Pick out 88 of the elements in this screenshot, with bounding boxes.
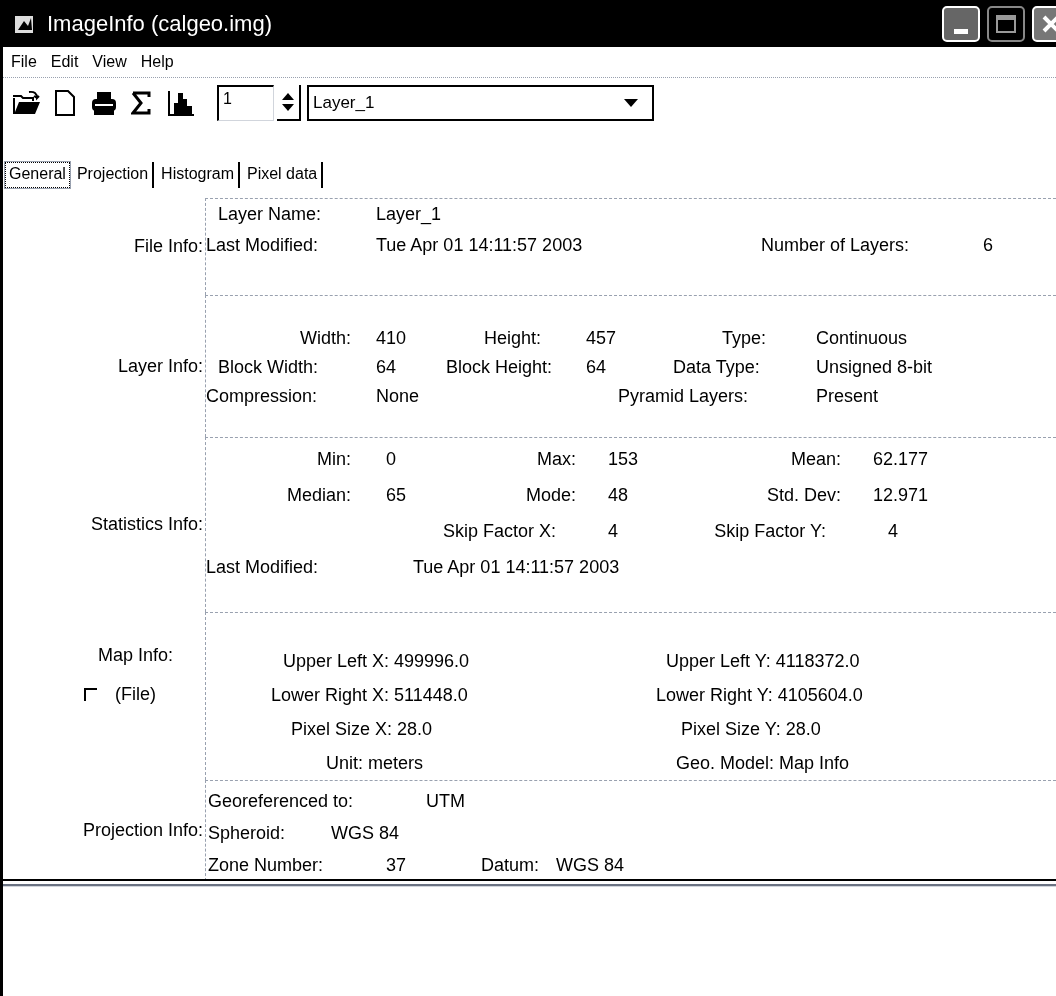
info-text: Unit: meters [326, 751, 425, 775]
info-text: Lower Right Y: 4105604.0 [656, 683, 864, 707]
tab[interactable]: Histogram [157, 162, 240, 188]
info-text: Lower Right X: 511448.0 [271, 683, 469, 707]
new-document-icon[interactable] [55, 90, 75, 116]
field-value: 4 [888, 519, 899, 543]
field-value: 0 [386, 447, 397, 471]
maximize-icon [996, 14, 1016, 33]
up-arrow-icon [282, 93, 294, 100]
field-label: Layer Name: [218, 203, 323, 226]
field-value: 457 [586, 327, 618, 350]
info-text: Upper Left Y: 4118372.0 [666, 649, 861, 673]
field-value: Tue Apr 01 14:11:57 2003 [376, 234, 584, 257]
section-label: File Info: [133, 235, 203, 258]
layer-dropdown[interactable]: Layer_1 [307, 85, 654, 121]
info-text: Pixel Size Y: 28.0 [681, 717, 822, 741]
field-value: 65 [386, 483, 408, 507]
field-label: Block Height: [446, 356, 554, 379]
field-label: Width: [299, 327, 351, 350]
minimize-button[interactable] [942, 5, 980, 42]
field-value: 153 [608, 447, 640, 471]
field-label: Type: [720, 327, 766, 350]
histogram-icon[interactable] [167, 89, 195, 117]
maximize-button[interactable] [987, 5, 1025, 42]
section-label: Projection Info: [82, 819, 203, 842]
tab[interactable]: Pixel data [243, 162, 324, 188]
field-value: 62.177 [873, 447, 930, 471]
field-label: Std. Dev: [765, 483, 841, 507]
field-value: WGS 84 [556, 853, 626, 877]
field-label: Mode: [524, 483, 576, 507]
field-value: 6 [983, 234, 994, 257]
menu-item[interactable]: View [92, 50, 127, 74]
field-value: 37 [386, 853, 408, 877]
dropdown-value: Layer_1 [313, 92, 375, 115]
field-value: WGS 84 [331, 821, 401, 845]
section-label: Map Info: [98, 644, 174, 667]
field-value: 64 [586, 356, 608, 379]
field-label: Compression: [206, 385, 319, 408]
spin-buttons[interactable] [277, 85, 301, 121]
section-label: Layer Info: [117, 354, 203, 378]
field-label: Data Type: [673, 356, 761, 379]
field-label: Height: [482, 327, 541, 350]
field-label: Skip Factor Y: [713, 519, 826, 543]
field-label: Spheroid: [208, 821, 287, 845]
field-value: Present [816, 385, 880, 408]
field-label: Median: [285, 483, 351, 507]
field-value: UTM [426, 789, 466, 813]
section-label: Statistics Info: [90, 513, 203, 536]
field-label: Skip Factor X: [441, 519, 556, 543]
menu-item[interactable]: Edit [50, 50, 79, 74]
layer-number-field[interactable]: 1 [217, 85, 274, 121]
printer-icon[interactable] [91, 90, 117, 116]
field-value: Layer_1 [376, 203, 443, 227]
field-value: 48 [608, 483, 630, 507]
sigma-icon[interactable] [131, 91, 151, 115]
open-folder-icon[interactable] [11, 90, 41, 116]
field-label: Number of Layers: [761, 234, 911, 257]
field-label: Georeferenced to: [208, 789, 355, 813]
menu-item[interactable]: Help [140, 50, 174, 74]
tab[interactable]: Projection [72, 162, 155, 188]
field-label: Min: [316, 447, 351, 471]
field-value: 4 [608, 519, 619, 543]
field-value: 12.971 [873, 483, 930, 507]
field-label: Last Modified: [206, 555, 320, 579]
info-text: Geo. Model: Map Info [676, 751, 851, 775]
field-label: Block Width: [218, 356, 320, 379]
field-value: 64 [376, 356, 398, 379]
field-value: Unsigned 8-bit [816, 356, 934, 379]
field-label: Last Modified: [206, 234, 320, 257]
down-arrow-icon [282, 104, 294, 111]
tab[interactable]: General [5, 162, 70, 188]
field-label: Max: [536, 447, 576, 471]
caret-icon [624, 99, 638, 107]
field-label: Datum: [481, 853, 541, 877]
field-value: None [376, 385, 421, 408]
field-value: Tue Apr 01 14:11:57 2003 [413, 555, 621, 579]
info-text: Upper Left X: 499996.0 [283, 649, 471, 673]
field-label: Mean: [789, 447, 841, 471]
field-label: Zone Number: [208, 853, 325, 877]
minimize-icon [954, 28, 968, 34]
field-label: Pyramid Layers: [618, 385, 750, 408]
menu-item[interactable]: File [11, 50, 37, 74]
file-checkbox[interactable]: (File) [84, 681, 156, 708]
field-value: 410 [376, 327, 408, 350]
field-value: Continuous [816, 327, 909, 350]
window-title: ImageInfo (calgeo.img) [47, 10, 272, 38]
close-icon [1041, 13, 1056, 34]
info-text: Pixel Size X: 28.0 [291, 717, 434, 741]
